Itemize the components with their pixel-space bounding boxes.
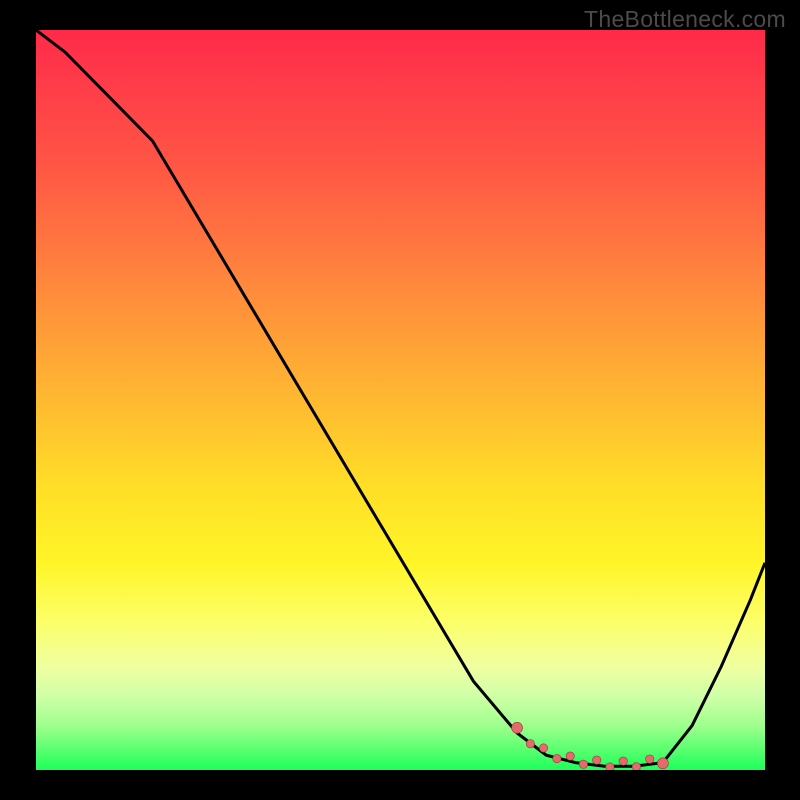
optimum-dot bbox=[593, 756, 601, 764]
optimum-dot bbox=[657, 758, 668, 769]
bottleneck-curve bbox=[36, 30, 765, 766]
curve-overlay bbox=[36, 30, 765, 770]
optimum-dot bbox=[646, 755, 654, 763]
watermark-text: TheBottleneck.com bbox=[584, 6, 786, 33]
optimum-dot bbox=[566, 752, 574, 760]
optimum-dot bbox=[619, 757, 627, 765]
plot-area bbox=[36, 30, 765, 770]
curve-line bbox=[36, 30, 765, 766]
chart-frame: TheBottleneck.com bbox=[0, 0, 800, 800]
optimum-dot bbox=[632, 763, 640, 771]
optimum-dot bbox=[606, 763, 614, 770]
optimum-dot bbox=[526, 740, 534, 748]
optimum-dot bbox=[553, 754, 561, 762]
optimum-dot bbox=[512, 722, 523, 733]
optimum-dot bbox=[539, 744, 547, 752]
optimum-dot bbox=[579, 760, 587, 768]
